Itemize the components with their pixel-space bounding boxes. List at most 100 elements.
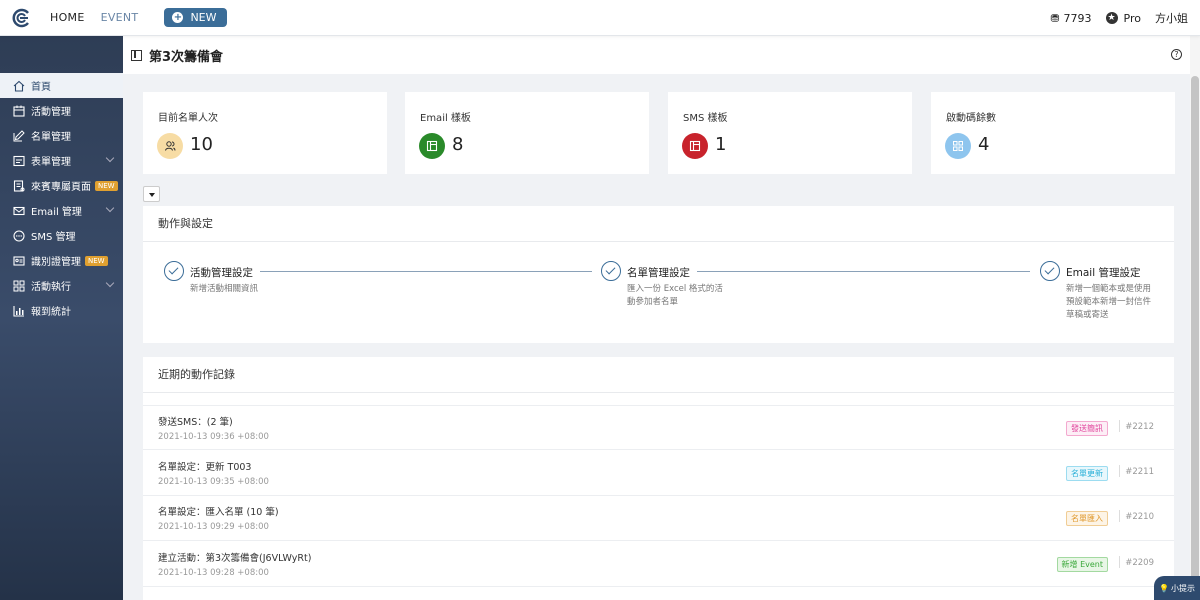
new-button-label: NEW (190, 11, 217, 24)
sidebar-item-label: 首頁 (31, 82, 51, 93)
board-icon (131, 49, 142, 61)
log-tag: 名單匯入 (1066, 511, 1108, 526)
actions-card: 動作與設定 活動管理設定 新增活動相關資訊 名單管理設定 匯入一份 Excel … (143, 206, 1174, 343)
main-content: 第3次籌備會 ? 目前名單人次 10 Email 樣板 8 SMS 樣板 1 啟… (123, 36, 1190, 600)
stat-value: 8 (452, 134, 464, 155)
stat-label: 啟動碼餘數 (946, 113, 996, 124)
sidebar-item-lists[interactable]: 名單管理 (0, 123, 123, 148)
plan-label: Pro (1123, 11, 1141, 25)
new-button[interactable]: + NEW (164, 8, 227, 27)
log-id: #2210 (1125, 512, 1154, 522)
help-icon[interactable]: ? (1171, 49, 1182, 60)
sidebar-item-label: 活動執行 (31, 282, 71, 293)
log-row[interactable]: 發送SMS：(2 筆) 2021-10-13 09:36 +08:00 發送簡訊… (143, 405, 1174, 450)
log-tag: 發送簡訊 (1066, 421, 1108, 436)
new-badge: NEW (85, 255, 108, 266)
coins-icon: ⛃ (1050, 11, 1060, 25)
log-tag: 新增 Event (1056, 557, 1108, 572)
step-title: 名單管理設定 (627, 267, 690, 279)
log-text: 建立活動：第3次籌備會(J6VLWyRt) (158, 553, 312, 564)
plan-display[interactable]: ★ Pro (1105, 11, 1141, 25)
log-date: 2021-10-13 09:29 +08:00 (158, 522, 269, 532)
credits-display[interactable]: ⛃ 7793 (1050, 12, 1091, 25)
scrollbar-thumb[interactable] (1191, 76, 1199, 596)
log-date: 2021-10-13 09:35 +08:00 (158, 477, 269, 487)
check-icon (601, 261, 621, 281)
tip-label: 小提示 (1170, 583, 1195, 593)
qr-icon (945, 133, 971, 159)
sidebar-item-label: SMS 管理 (31, 232, 76, 243)
stat-label: Email 樣板 (420, 113, 471, 124)
sidebar: 首頁 活動管理 名單管理 表單管理 來賓專屬頁面 NEW Email 管理 SM… (0, 36, 123, 600)
chevron-down-icon (105, 153, 115, 163)
sidebar-item-sms[interactable]: SMS 管理 (0, 223, 123, 248)
step-desc: 匯入一份 Excel 格式的活動參加者名單 (627, 284, 723, 307)
log-text: 名單設定：匯入名單 (10 筆) (158, 507, 279, 518)
guest-page-icon (12, 179, 25, 192)
stat-label: SMS 樣板 (683, 113, 728, 124)
form-icon (12, 154, 25, 167)
lightbulb-icon: 💡 (1159, 583, 1169, 593)
star-icon: ★ (1105, 12, 1118, 24)
stat-value: 10 (190, 134, 213, 155)
log-id: #2209 (1125, 558, 1154, 568)
credits-value: 7793 (1063, 11, 1092, 25)
log-date: 2021-10-13 09:36 +08:00 (158, 432, 269, 442)
stat-label: 目前名單人次 (158, 113, 218, 124)
sidebar-item-stats[interactable]: 報到統計 (0, 298, 123, 323)
sidebar-item-guest-page[interactable]: 來賓專屬頁面 NEW (0, 173, 123, 198)
badge-icon (12, 254, 25, 267)
logs-card: 近期的動作記錄 發送SMS：(2 筆) 2021-10-13 09:36 +08… (143, 357, 1174, 600)
mail-icon (12, 204, 25, 217)
step-desc: 新增一個範本或是使用預設範本新增一封信件草稿或寄送 (1066, 284, 1152, 320)
grid-icon (12, 279, 25, 292)
sidebar-item-label: 報到統計 (31, 307, 71, 318)
collapse-toggle-button[interactable] (143, 186, 160, 202)
log-row[interactable]: 名單設定：匯入名單 (10 筆) 2021-10-13 09:29 +08:00… (143, 496, 1174, 541)
sidebar-item-badges[interactable]: 識別證管理 NEW (0, 248, 123, 273)
sidebar-item-home[interactable]: 首頁 (0, 73, 123, 98)
tip-button[interactable]: 💡 小提示 (1154, 576, 1200, 600)
sidebar-item-label: Email 管理 (31, 207, 82, 218)
sidebar-item-events[interactable]: 活動管理 (0, 98, 123, 123)
log-id: #2212 (1125, 422, 1154, 432)
step-title: Email 管理設定 (1066, 267, 1141, 279)
sidebar-item-label: 名單管理 (31, 132, 71, 143)
divider (1119, 510, 1120, 522)
logo-icon[interactable] (12, 8, 32, 28)
edit-icon (12, 129, 25, 142)
sidebar-item-email[interactable]: Email 管理 (0, 198, 123, 223)
page-title: 第3次籌備會 (149, 49, 224, 65)
log-tag: 名單更新 (1066, 466, 1108, 481)
divider (1119, 556, 1120, 568)
top-bar: HOME EVENT + NEW ⛃ 7793 ★ Pro 方小姐 (0, 0, 1200, 36)
stat-card-sms-templates: SMS 樣板 1 (668, 92, 912, 174)
calendar-icon (12, 104, 25, 117)
user-name: 方小姐 (1155, 12, 1188, 25)
chevron-down-icon (105, 278, 115, 288)
divider (1119, 465, 1120, 477)
step-connector (697, 271, 1030, 272)
sms-icon (12, 229, 25, 242)
log-row[interactable]: 名單設定：更新 T003 2021-10-13 09:35 +08:00 名單更… (143, 451, 1174, 496)
sidebar-item-execution[interactable]: 活動執行 (0, 273, 123, 298)
sidebar-item-label: 識別證管理 (31, 257, 81, 268)
nav-home[interactable]: HOME (50, 11, 85, 24)
stat-card-email-templates: Email 樣板 8 (405, 92, 649, 174)
stat-value: 1 (715, 134, 727, 155)
log-text: 名單設定：更新 T003 (158, 462, 252, 473)
step-title: 活動管理設定 (190, 267, 253, 279)
nav-event[interactable]: EVENT (101, 11, 139, 24)
log-row[interactable]: 建立活動：第3次籌備會(J6VLWyRt) 2021-10-13 09:28 +… (143, 542, 1174, 587)
step-desc: 新增活動相關資訊 (190, 284, 259, 294)
stat-value: 4 (978, 134, 990, 155)
home-icon (12, 79, 25, 92)
sidebar-item-forms[interactable]: 表單管理 (0, 148, 123, 173)
page-header: 第3次籌備會 ? (123, 36, 1190, 74)
check-icon (1040, 261, 1060, 281)
log-date: 2021-10-13 09:28 +08:00 (158, 568, 269, 578)
logs-card-title: 近期的動作記錄 (143, 357, 1174, 393)
stat-card-attendees: 目前名單人次 10 (143, 92, 387, 174)
scrollbar[interactable] (1190, 36, 1200, 600)
user-menu[interactable]: 方小姐 (1155, 10, 1188, 26)
